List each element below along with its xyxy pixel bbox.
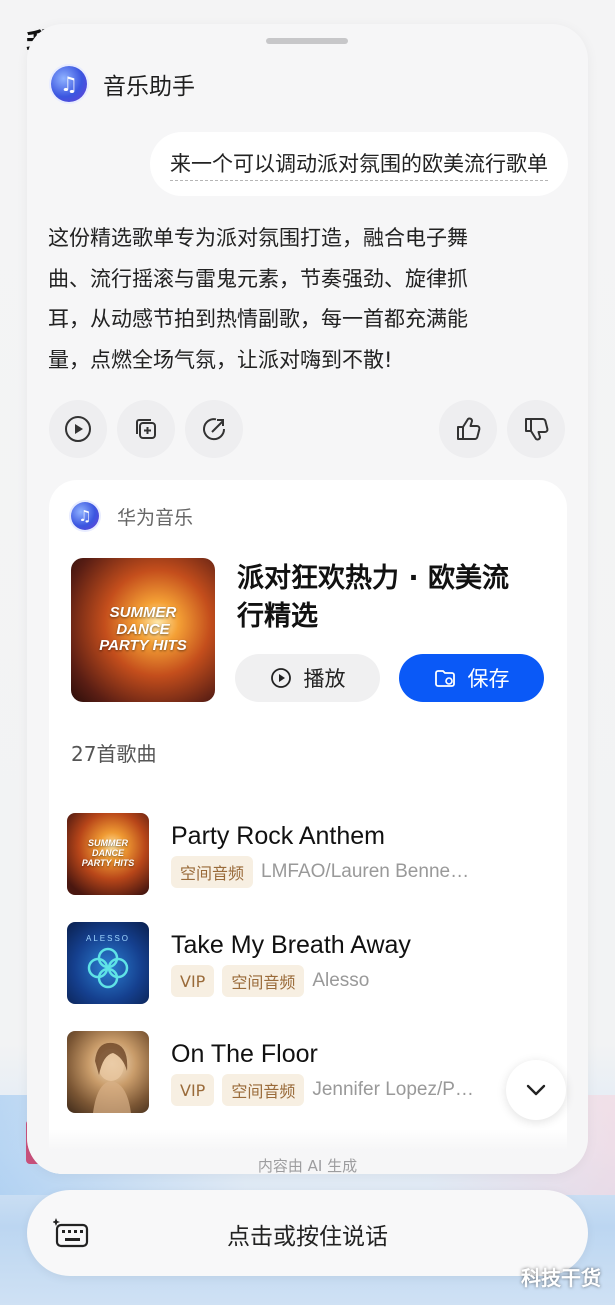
share-button[interactable] xyxy=(185,400,243,458)
scroll-down-button[interactable] xyxy=(506,1060,566,1120)
song-artist: LMFAO/Lauren Benne… xyxy=(261,861,470,882)
thumbs-down-icon xyxy=(525,418,549,441)
song-title: Take My Breath Away xyxy=(171,931,411,959)
play-answer-button[interactable] xyxy=(49,400,107,458)
song-meta: VIP 空间音频 Jennifer Lopez/P… xyxy=(171,1074,474,1106)
song-meta: VIP 空间音频 Alesso xyxy=(171,965,369,997)
assistant-answer: 这份精选歌单专为派对氛围打造，融合电子舞 曲、流行摇滚与雷鬼元素，节奏强劲、旋律… xyxy=(48,218,548,380)
answer-line: 这份精选歌单专为派对氛围打造，融合电子舞 xyxy=(48,226,468,250)
folder-save-icon xyxy=(434,670,455,687)
voice-input-bar[interactable]: 点击或按住说话 xyxy=(27,1190,588,1276)
song-cover-text: ALESSO xyxy=(85,933,130,943)
voice-prompt: 点击或按住说话 xyxy=(227,1224,388,1250)
song-meta: 空间音频 LMFAO/Lauren Benne… xyxy=(171,856,469,888)
answer-line: 曲、流行摇滚与雷鬼元素，节奏强劲、旋律抓 xyxy=(48,266,468,291)
drag-handle[interactable] xyxy=(266,38,348,44)
copy-button[interactable] xyxy=(117,400,175,458)
music-app-logo-icon: ♫ xyxy=(51,66,87,102)
song-artist: Jennifer Lopez/P… xyxy=(312,1079,474,1100)
huawei-music-logo-icon: ♫ xyxy=(71,502,99,530)
dislike-button[interactable] xyxy=(507,400,565,458)
playlist-card[interactable]: ♫ 华为音乐 SUMMER DANCE PARTY HITS 派对狂欢热力 · … xyxy=(49,480,567,1174)
vip-tag: VIP xyxy=(171,1074,215,1106)
spatial-audio-tag: 空间音频 xyxy=(222,965,305,997)
song-cover-text: SUMMER DANCE PARTY HITS xyxy=(81,838,135,868)
spatial-audio-tag: 空间音频 xyxy=(222,1074,305,1106)
answer-line: 量，点燃全场气氛，让派对嗨到不散! xyxy=(48,347,393,372)
chevron-down-icon xyxy=(526,1084,546,1096)
play-button[interactable]: 播放 xyxy=(235,654,380,702)
song-cover xyxy=(67,1031,149,1113)
thumbs-up-icon xyxy=(457,417,481,440)
ai-generated-note: 内容由 AI 生成 xyxy=(257,1157,358,1174)
song-count: 27首歌曲 xyxy=(71,742,157,766)
song-artist: Alesso xyxy=(312,970,370,991)
share-icon xyxy=(203,418,226,441)
song-cover: ALESSO xyxy=(67,922,149,1004)
like-button[interactable] xyxy=(439,400,497,458)
vip-tag: VIP xyxy=(171,965,215,997)
assistant-header: ♫ 音乐助手 xyxy=(51,66,195,102)
song-title: Party Rock Anthem xyxy=(171,822,385,850)
artist-portrait-icon xyxy=(93,1042,131,1113)
card-source: ♫ 华为音乐 xyxy=(71,502,193,530)
playlist-title: 派对狂欢热力 · 欧美流 行精选 xyxy=(237,563,510,632)
spatial-audio-tag: 空间音频 xyxy=(171,856,254,888)
answer-line: 耳，从动感节拍到热情副歌，每一首都充满能 xyxy=(48,307,468,331)
play-icon xyxy=(65,416,91,442)
copy-icon xyxy=(136,419,156,439)
song-title: On The Floor xyxy=(171,1040,318,1068)
song-cover: SUMMER DANCE PARTY HITS xyxy=(67,813,149,895)
playlist-cover[interactable]: SUMMER DANCE PARTY HITS xyxy=(71,558,215,702)
cover-artwork-text: SUMMER DANCE PARTY HITS xyxy=(99,604,187,655)
assistant-name: 音乐助手 xyxy=(103,74,195,100)
save-button-label: 保存 xyxy=(467,667,510,691)
source-name: 华为音乐 xyxy=(117,506,194,529)
assistant-sheet: ♫ 音乐助手 来一个可以调动派对氛围的欧美流行歌单 这份精选歌单专为派对氛围打造… xyxy=(27,24,588,1174)
user-query-bubble[interactable]: 来一个可以调动派对氛围的欧美流行歌单 xyxy=(150,132,568,196)
play-circle-icon xyxy=(270,668,291,688)
user-query-text: 来一个可以调动派对氛围的欧美流行歌单 xyxy=(170,148,548,181)
play-button-label: 播放 xyxy=(303,667,346,691)
save-button[interactable]: 保存 xyxy=(399,654,544,702)
flower-emblem-icon xyxy=(87,947,129,988)
watermark: 科技干货 xyxy=(521,1266,601,1290)
